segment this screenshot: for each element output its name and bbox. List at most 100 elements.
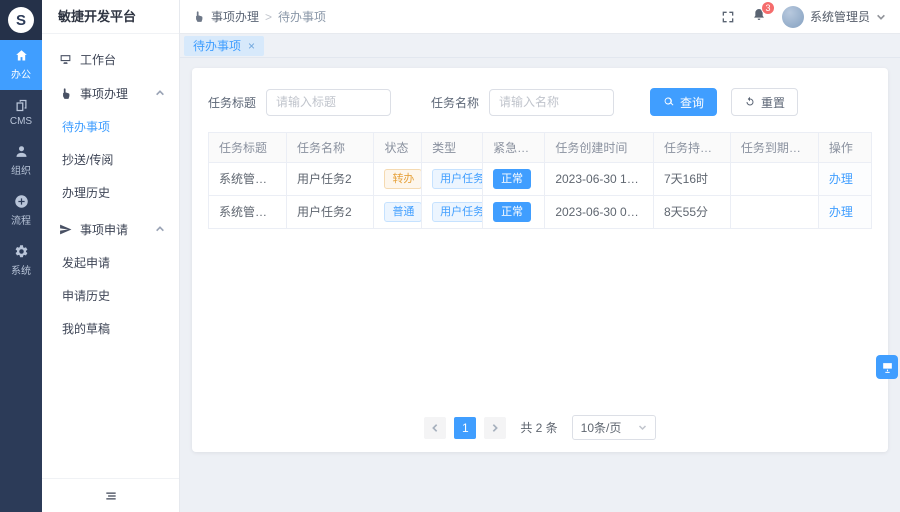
page-size-select[interactable]: 10条/页	[572, 415, 656, 440]
task-title-field: 任务标题	[208, 89, 391, 116]
cell-urgency: 正常	[483, 195, 545, 228]
task-name-field: 任务名称	[431, 89, 614, 116]
cell-task-title: 系统管理员...	[209, 162, 287, 195]
tab-label: 待办事项	[193, 37, 241, 54]
topbar: 事项办理 > 待办事项 3 系统管理员	[180, 0, 900, 34]
main-region: 事项办理 > 待办事项 3 系统管理员	[180, 0, 900, 512]
sidebar-item-start-apply[interactable]: 发起申请	[42, 246, 179, 279]
column-header: 任务持续时间	[653, 133, 730, 162]
tab-todo[interactable]: 待办事项 ×	[184, 36, 264, 56]
app-title: 敏捷开发平台	[42, 0, 179, 34]
rail-item-label: 流程	[11, 212, 31, 227]
reset-button-label: 重置	[761, 94, 785, 111]
rail-item-label: CMS	[10, 116, 32, 127]
cell-due-time	[730, 162, 818, 195]
urgency-badge: 正常	[493, 202, 531, 222]
quick-panel-button[interactable]	[876, 355, 898, 379]
sidebar-item-cc[interactable]: 抄送/传阅	[42, 143, 179, 176]
cell-created-time: 2023-06-30 18:17:16	[545, 162, 654, 195]
urgency-badge: 正常	[493, 169, 531, 189]
column-header: 任务标题	[209, 133, 287, 162]
cell-task-name: 用户任务2	[287, 162, 374, 195]
page-size-value: 10条/页	[581, 419, 622, 436]
cell-status: 普通	[374, 195, 422, 228]
todo-panel: 任务标题 任务名称 查询 重置	[192, 68, 888, 452]
reset-button[interactable]: 重置	[731, 88, 798, 116]
prev-page-button[interactable]	[424, 417, 446, 439]
close-icon[interactable]: ×	[248, 40, 255, 52]
task-title-input[interactable]	[266, 89, 391, 116]
username: 系统管理员	[810, 8, 870, 25]
sidebar-item-drafts[interactable]: 我的草稿	[42, 312, 179, 345]
sidebar-item-todo[interactable]: 待办事项	[42, 110, 179, 143]
handle-link[interactable]: 办理	[829, 172, 853, 186]
sidebar-group-handling[interactable]: 事项办理	[42, 76, 179, 110]
sidebar-footer	[42, 478, 179, 512]
rail-item-label: 组织	[11, 162, 31, 177]
task-name-input[interactable]	[489, 89, 614, 116]
cell-status: 转办	[374, 162, 422, 195]
column-header: 操作	[818, 133, 871, 162]
hand-icon	[59, 87, 72, 100]
sidebar-group-apply[interactable]: 事项申请	[42, 212, 179, 246]
column-header: 状态	[374, 133, 422, 162]
search-icon	[663, 96, 675, 108]
breadcrumb-root[interactable]: 事项办理	[211, 8, 259, 25]
home-icon	[14, 48, 29, 63]
total-count: 共 2 条	[520, 419, 557, 436]
notifications-button[interactable]: 3	[751, 7, 767, 26]
icon-rail: S 办公 CMS 组织 流程 系统	[0, 0, 42, 512]
rail-item-org[interactable]: 组织	[0, 136, 42, 186]
column-header: 任务创建时间	[545, 133, 654, 162]
column-header: 类型	[422, 133, 483, 162]
cell-created-time: 2023-06-30 09:22:19	[545, 195, 654, 228]
app-window: S 办公 CMS 组织 流程 系统 敏捷开发平台 工作台	[0, 0, 900, 512]
type-badge: 用户任务	[432, 169, 482, 189]
task-name-label: 任务名称	[431, 94, 479, 111]
logo-icon: S	[8, 7, 34, 33]
rail-item-system[interactable]: 系统	[0, 236, 42, 286]
breadcrumb: 事项办理 > 待办事项	[192, 8, 326, 25]
task-table: 任务标题 任务名称 状态 类型 紧急程度 任务创建时间 任务持续时间 任务到期时…	[208, 132, 872, 229]
topbar-actions: 3 系统管理员	[720, 6, 886, 28]
workbench-icon	[59, 53, 72, 66]
cell-type: 用户任务	[422, 162, 483, 195]
sidebar-item-history[interactable]: 办理历史	[42, 176, 179, 209]
rail-item-office[interactable]: 办公	[0, 40, 42, 90]
quick-panel-icon	[881, 361, 894, 374]
collapse-menu-icon[interactable]	[104, 489, 118, 503]
column-header: 任务名称	[287, 133, 374, 162]
status-badge: 转办	[384, 169, 421, 189]
caret-down-icon	[638, 423, 647, 432]
handle-link[interactable]: 办理	[829, 205, 853, 219]
tab-bar: 待办事项 ×	[180, 34, 900, 58]
cell-duration: 7天16时	[653, 162, 730, 195]
notification-badge: 3	[761, 1, 775, 15]
refresh-icon	[744, 96, 756, 108]
send-icon	[59, 223, 72, 236]
chevron-left-icon	[430, 423, 440, 433]
fullscreen-button[interactable]	[720, 9, 736, 25]
cell-task-name: 用户任务2	[287, 195, 374, 228]
sidebar-menu: 工作台 事项办理 待办事项 抄送/传阅 办理历史 事项申请 发起申请 申请历史 …	[42, 34, 179, 345]
cell-duration: 8天55分	[653, 195, 730, 228]
page-number-button[interactable]: 1	[454, 417, 476, 439]
rail-item-flow[interactable]: 流程	[0, 186, 42, 236]
next-page-button[interactable]	[484, 417, 506, 439]
cell-action: 办理	[818, 162, 871, 195]
cell-task-title: 系统管理员...	[209, 195, 287, 228]
copy-icon	[14, 98, 29, 113]
sidebar: 敏捷开发平台 工作台 事项办理 待办事项 抄送/传阅 办理历史 事项申请 发起申…	[42, 0, 180, 512]
fullscreen-icon	[720, 9, 736, 25]
rail-item-label: 系统	[11, 262, 31, 277]
content-area: 任务标题 任务名称 查询 重置	[180, 58, 900, 512]
column-header: 紧急程度	[483, 133, 545, 162]
sidebar-item-apply-history[interactable]: 申请历史	[42, 279, 179, 312]
table-header-row: 任务标题 任务名称 状态 类型 紧急程度 任务创建时间 任务持续时间 任务到期时…	[209, 133, 872, 162]
rail-item-cms[interactable]: CMS	[0, 90, 42, 136]
query-button[interactable]: 查询	[650, 88, 717, 116]
task-title-label: 任务标题	[208, 94, 256, 111]
type-badge: 用户任务	[432, 202, 482, 222]
sidebar-item-workbench[interactable]: 工作台	[42, 42, 179, 76]
user-menu[interactable]: 系统管理员	[782, 6, 886, 28]
